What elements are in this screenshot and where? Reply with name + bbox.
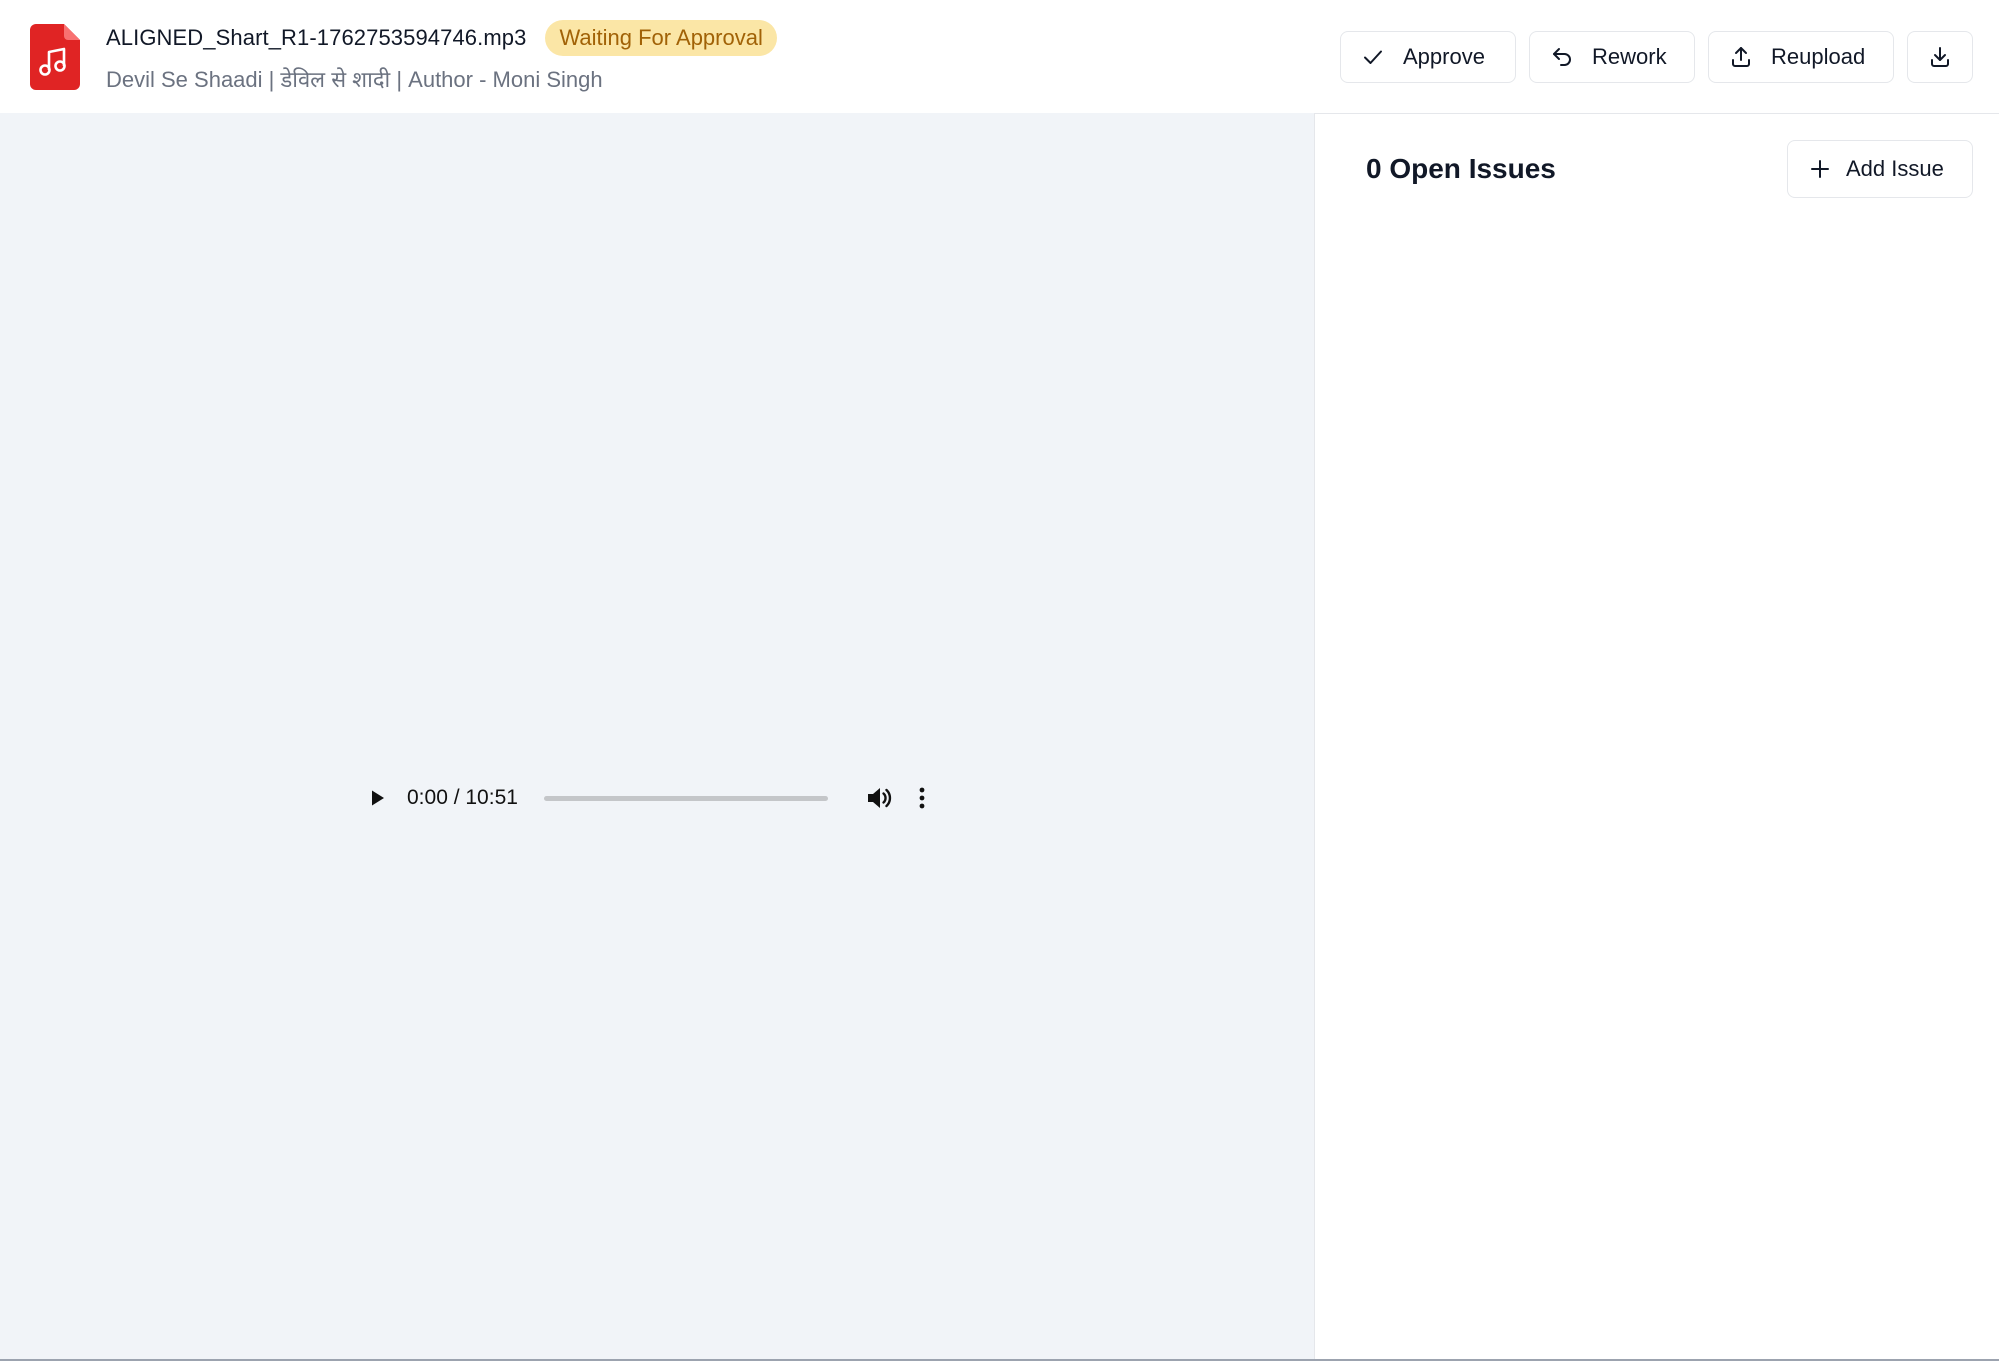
add-issue-button[interactable]: Add Issue — [1787, 140, 1973, 198]
approve-button[interactable]: Approve — [1340, 30, 1516, 83]
download-icon — [1928, 45, 1952, 69]
issues-header: 0 Open Issues Add Issue — [1315, 114, 1999, 198]
file-info: ALIGNED_Shart_R1-1762753594746.mp3 Waiti… — [30, 19, 777, 94]
check-icon — [1361, 45, 1385, 69]
upload-icon — [1729, 45, 1753, 69]
music-file-icon — [30, 23, 80, 90]
approve-label: Approve — [1403, 43, 1485, 69]
file-name: ALIGNED_Shart_R1-1762753594746.mp3 — [106, 24, 527, 50]
title-row: ALIGNED_Shart_R1-1762753594746.mp3 Waiti… — [106, 19, 777, 56]
reupload-button[interactable]: Reupload — [1708, 30, 1894, 83]
file-subtitle: Devil Se Shaadi | डेविल से शादी | Author… — [106, 66, 603, 92]
seek-bar[interactable] — [543, 795, 828, 801]
file-text: ALIGNED_Shart_R1-1762753594746.mp3 Waiti… — [106, 19, 777, 94]
more-vertical-icon[interactable] — [916, 783, 928, 813]
reupload-label: Reupload — [1771, 43, 1866, 69]
issues-title: 0 Open Issues — [1366, 153, 1556, 184]
rework-button[interactable]: Rework — [1529, 30, 1695, 83]
issues-panel: 0 Open Issues Add Issue — [1315, 113, 1999, 1361]
review-app: ALIGNED_Shart_R1-1762753594746.mp3 Waiti… — [0, 0, 1999, 1361]
audio-player: 0:00 / 10:51 — [335, 764, 973, 832]
volume-icon[interactable] — [864, 783, 894, 813]
player-area: 0:00 / 10:51 — [0, 113, 1315, 1361]
rework-label: Rework — [1592, 43, 1667, 69]
undo-icon — [1550, 45, 1574, 69]
time-display: 0:00 / 10:51 — [407, 786, 518, 809]
download-button[interactable] — [1907, 30, 1973, 83]
status-badge: Waiting For Approval — [545, 19, 777, 56]
play-icon[interactable] — [365, 786, 389, 810]
header: ALIGNED_Shart_R1-1762753594746.mp3 Waiti… — [0, 0, 1999, 113]
action-bar: Approve Rework Reupload — [1340, 30, 1973, 83]
plus-icon — [1808, 157, 1832, 181]
add-issue-label: Add Issue — [1846, 156, 1944, 181]
